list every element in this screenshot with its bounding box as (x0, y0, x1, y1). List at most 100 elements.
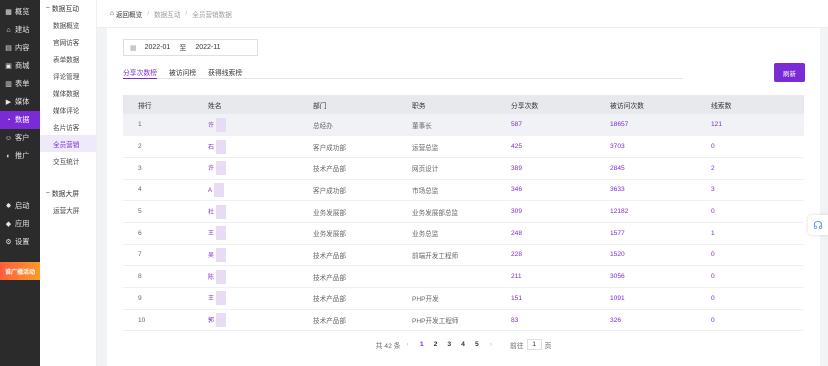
subnav-group-big-screen[interactable]: − 数据大屏 (40, 185, 96, 201)
table-cell: 业务发展部 (298, 222, 397, 245)
table-cell: 425 (496, 135, 595, 158)
data-icon: ◔ (6, 116, 11, 124)
page-number[interactable]: 2 (434, 341, 438, 348)
table-row[interactable]: 2 石客户成功部 运营总监 425 3703 0 (123, 135, 804, 158)
sidebar-item-gear[interactable]: ⚙ 设置 (0, 233, 40, 251)
table-cell: 228 (496, 244, 595, 267)
subnav-item[interactable]: 官网访客 (40, 33, 96, 50)
tab-1[interactable]: 被访问榜 (169, 65, 196, 79)
page-number[interactable]: 5 (475, 341, 479, 348)
goto-page-input[interactable]: 1 (526, 339, 542, 350)
avatar-blur (216, 226, 227, 241)
promote-icon: ◐ (6, 152, 11, 160)
table-row[interactable]: 4 A 客户成功部 市场总监 346 3633 3 (123, 179, 804, 202)
tab-2[interactable]: 获得线索榜 (208, 65, 242, 79)
page-number[interactable]: 3 (447, 341, 451, 348)
table-cell: 运营总监 (397, 135, 496, 158)
avatar-blur (216, 291, 227, 306)
table-row[interactable]: 10 郭技术产品部 PHP开发工程师 83 326 0 (123, 309, 804, 332)
customer-service-icon[interactable]: ☊ (808, 215, 828, 235)
refresh-button[interactable]: 刷新 (774, 63, 805, 82)
tab-0[interactable]: 分享次数榜 (123, 65, 157, 79)
sidebar-item-launch[interactable]: ✸ 启动 (0, 197, 40, 215)
table-cell: 3703 (595, 135, 696, 158)
table-row[interactable]: 7 吴技术产品部 前端开发工程师 228 1520 0 (123, 244, 804, 267)
column-header: 被访问次数 (595, 95, 696, 114)
table-cell: 83 (496, 309, 595, 332)
apps-icon: ◆ (5, 221, 12, 228)
table-cell: 技术产品部 (298, 287, 397, 310)
main-sidebar: ▦ 概览 ⌂ 建站 ▤ 内容 ▣ 商城 ▥ 表单 ▶ 媒体 ◔ 数据 ☺ 客户 ◐ 推广 ✸ 启动 ◆ 应用 ⚙ 设置 (0, 0, 40, 366)
sidebar-item-file[interactable]: ▤ 内容 (0, 39, 40, 57)
sidebar-item-apps[interactable]: ◆ 应用 (0, 215, 40, 233)
table-cell: 10 (123, 309, 193, 332)
table-row[interactable]: 1 许总经办 董事长 587 18657 121 (123, 114, 804, 137)
table-cell: 郭 (193, 309, 298, 332)
subnav-item[interactable]: 媒体数据 (40, 84, 96, 101)
breadcrumb: ⌂ 返回概览 / 数据互动 / 全员营销数据 (97, 0, 828, 28)
table-cell: PHP开发工程师 (397, 309, 496, 332)
table-cell: 5 (123, 200, 193, 223)
table-cell: 309 (496, 200, 595, 223)
table-cell: 客户成功部 (298, 179, 397, 202)
table-row[interactable]: 5 杜业务发展部 业务发展部总监 309 12182 0 (123, 200, 804, 223)
table-cell: 1 (696, 222, 804, 245)
table-row[interactable]: 8 陈技术产品部 211 3056 0 (123, 265, 804, 288)
table-row[interactable]: 9 王技术产品部 PHP开发 151 1091 0 (123, 287, 804, 310)
table-cell: 网页设计 (397, 157, 496, 180)
media-icon: ▶ (5, 99, 12, 106)
table-cell: 0 (696, 265, 804, 288)
promo-banner[interactable]: 谁广播活动 (0, 262, 40, 280)
table-cell: 1091 (595, 287, 696, 310)
column-header: 分享次数 (496, 95, 595, 114)
avatar-blur (216, 161, 227, 176)
subnav-item[interactable]: 运营大屏 (40, 201, 96, 218)
table-cell: 326 (595, 309, 696, 332)
date-from[interactable]: 2022-01 (145, 44, 171, 51)
table-row[interactable]: 3 许技术产品部 网页设计 389 2845 2 (123, 157, 804, 180)
table-cell (397, 265, 496, 288)
subnav-item[interactable]: 评论管理 (40, 67, 96, 84)
column-header: 职务 (397, 95, 496, 114)
sidebar-item-shop[interactable]: ▣ 商城 (0, 57, 40, 75)
breadcrumb-item[interactable]: 数据互动 (154, 9, 180, 19)
table-cell: 3633 (595, 179, 696, 202)
sidebar-item-home[interactable]: ⌂ 建站 (0, 21, 40, 39)
table-cell: 12182 (595, 200, 696, 223)
next-page-icon[interactable]: › (490, 341, 492, 348)
page-number[interactable]: 1 (420, 341, 424, 348)
breadcrumb-back[interactable]: 返回概览 (116, 9, 142, 19)
subnav-item[interactable]: 表单数据 (40, 50, 96, 67)
avatar-blur (216, 269, 227, 284)
sidebar-item-form[interactable]: ▥ 表单 (0, 75, 40, 93)
sidebar-item-media[interactable]: ▶ 媒体 (0, 93, 40, 111)
prev-page-icon[interactable]: ‹ (407, 341, 409, 348)
page-number[interactable]: 4 (461, 341, 465, 348)
date-range-picker[interactable]: ▦ 2022-01 至 2022-11 (123, 39, 258, 56)
sidebar-item-grid[interactable]: ▦ 概览 (0, 3, 40, 21)
subnav-group-data-interaction[interactable]: − 数据互动 (40, 0, 96, 16)
avatar-blur (216, 117, 227, 132)
table-row[interactable]: 6 王业务发展部 业务总监 248 1577 1 (123, 222, 804, 245)
column-header: 姓名 (193, 95, 298, 114)
subnav-item[interactable]: 全员营销 (40, 135, 96, 152)
table-cell: PHP开发 (397, 287, 496, 310)
page-unit: 页 (544, 342, 552, 350)
sidebar-item-promote[interactable]: ◐ 推广 (0, 147, 40, 165)
subnav-item[interactable]: 数据概览 (40, 16, 96, 33)
sidebar-item-user[interactable]: ☺ 客户 (0, 129, 40, 147)
table-cell: 王 (193, 287, 298, 310)
table-cell: 3 (696, 179, 804, 202)
sidebar-item-data[interactable]: ◔ 数据 (0, 111, 40, 129)
subnav-item[interactable]: 名片访客 (40, 118, 96, 135)
subnav-item[interactable]: 媒体评论 (40, 101, 96, 118)
date-to[interactable]: 2022-11 (195, 44, 220, 51)
date-to-label: 至 (179, 44, 187, 52)
table-cell: 346 (496, 179, 595, 202)
table-cell: 业务发展部 (298, 200, 397, 223)
subnav-item[interactable]: 交互统计 (40, 152, 96, 169)
avatar-blur (216, 204, 227, 219)
table-cell: 许 (193, 114, 298, 137)
table-cell: 业务发展部总监 (397, 200, 496, 223)
table-cell: 389 (496, 157, 595, 180)
